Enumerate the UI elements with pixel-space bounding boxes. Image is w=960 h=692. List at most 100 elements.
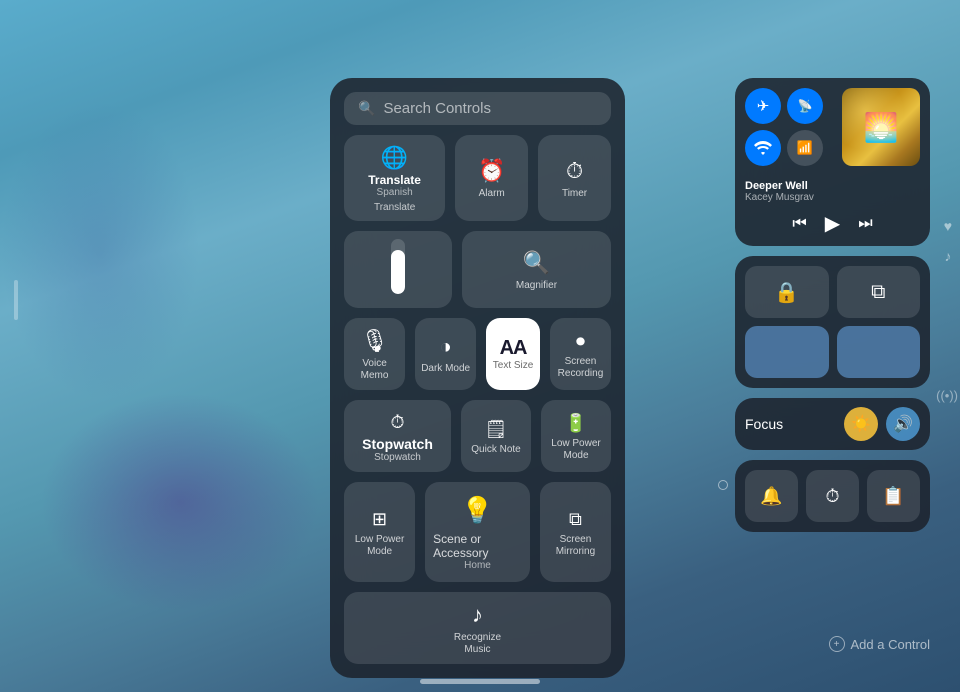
media-info: Deeper Well Kacey Musgrav: [735, 176, 930, 205]
search-icon: 🔍: [358, 100, 375, 117]
focus-row: Focus ☀️ 🔊: [735, 398, 930, 450]
wifi-button[interactable]: [745, 130, 781, 166]
home-indicator: [420, 679, 540, 684]
media-artist: Kacey Musgrav: [745, 192, 920, 203]
magnifier-icon: 🔍: [523, 250, 550, 276]
low-power-icon: 🔋: [565, 413, 587, 434]
stopwatch-label: Stopwatch: [374, 452, 421, 463]
sound-icon: 🔊: [893, 414, 913, 434]
scene-icon: 💡: [461, 495, 493, 526]
bg-shape2: [0, 100, 200, 400]
row-5: ⊞ Low Power Mode 💡 Scene or Accessory Ho…: [344, 482, 611, 582]
row-4: ⏱ Stopwatch Stopwatch 🗒 Quick Note 🔋 Low…: [344, 400, 611, 472]
quick-note-icon: 🗒: [485, 419, 508, 440]
scene-accessory-tile[interactable]: 💡 Scene or Accessory Home: [425, 482, 530, 582]
alarm-tile[interactable]: ⏰ Alarm: [455, 135, 528, 221]
add-control-label: Add a Control: [851, 637, 931, 652]
next-button[interactable]: ⏭: [858, 215, 872, 233]
vol-bar-2[interactable]: [837, 326, 921, 378]
right-grid: 🔒 ⧉: [735, 256, 930, 388]
scene-label: Home: [464, 560, 491, 571]
notes-tile[interactable]: 📋: [867, 470, 920, 522]
stopwatch-title: Stopwatch: [362, 436, 433, 452]
translate-label: Translate: [374, 202, 415, 213]
album-art: 🌅: [842, 88, 920, 166]
alarm-label: Alarm: [479, 188, 505, 200]
search-input[interactable]: [383, 100, 597, 117]
brightness-slider[interactable]: [344, 231, 452, 308]
slider-track: [391, 239, 405, 294]
airdrop-button[interactable]: 📡: [787, 88, 823, 124]
screen-recording-tile[interactable]: ⏺ Screen Recording: [550, 318, 611, 390]
media-controls: ⏮ ▶ ⏭: [735, 205, 930, 246]
control-panel: 🔍 🌐 Translate Spanish Translate ⏰ Alarm …: [330, 78, 625, 678]
row-2: 🔍 Magnifier: [344, 231, 611, 308]
text-size-icon: AA: [500, 337, 527, 360]
screen-mirroring-tile[interactable]: ⧉ ScreenMirroring: [540, 482, 611, 582]
screen-recording-label: Screen Recording: [558, 356, 604, 380]
media-icon-row-1: ✈ 📡: [745, 88, 836, 124]
album-art-emoji: 🌅: [864, 111, 899, 144]
add-control[interactable]: + Add a Control: [829, 636, 931, 652]
focus-sound-toggle[interactable]: 🔊: [886, 407, 920, 441]
row-6: ♪ RecognizeMusic: [344, 592, 611, 664]
lock-rotation-icon: 🔒: [774, 280, 799, 305]
bluetooth-button[interactable]: 📶: [787, 130, 823, 166]
stopwatch-icon: ⏱: [390, 412, 404, 433]
screen-mirroring-icon: ⧉: [569, 509, 582, 530]
translate-subtitle: Spanish: [377, 187, 413, 198]
bell-icon: 🔔: [760, 486, 782, 507]
row-1: 🌐 Translate Spanish Translate ⏰ Alarm ⏱ …: [344, 135, 611, 221]
voice-memo-label: Voice Memo: [350, 358, 399, 382]
lock-rotation-tile[interactable]: 🔒: [745, 266, 829, 318]
voice-memo-icon: 🎙: [361, 328, 389, 354]
recognize-music-icon: ♪: [472, 602, 483, 628]
bg-shape1: [40, 392, 320, 612]
scan-code-tile[interactable]: ⊞ Low Power Mode: [344, 482, 415, 582]
translate-tile[interactable]: 🌐 Translate Spanish Translate: [344, 135, 445, 221]
quick-note-tile[interactable]: 🗒 Quick Note: [461, 400, 531, 472]
notes-icon: 📋: [882, 486, 904, 507]
row-3: 🎙 Voice Memo ◑ Dark Mode AA Text Size ⏺ …: [344, 318, 611, 390]
bottom-right-grid: 🔔 ⏱ 📋: [735, 460, 930, 532]
scan-code-label: Low Power Mode: [350, 534, 409, 558]
search-bar[interactable]: 🔍: [344, 92, 611, 125]
vol-bar-1[interactable]: [745, 326, 829, 378]
sun-icon: ☀️: [851, 414, 871, 434]
media-icons-left: ✈ 📡 📶: [745, 88, 836, 166]
magnifier-label: Magnifier: [516, 280, 557, 292]
magnifier-tile[interactable]: 🔍 Magnifier: [462, 231, 611, 308]
quick-note-label: Quick Note: [471, 444, 520, 456]
translate-title: Translate: [368, 173, 421, 187]
text-size-label: Text Size: [493, 360, 534, 371]
recognize-music-tile[interactable]: ♪ RecognizeMusic: [344, 592, 611, 664]
scan-code-icon: ⊞: [372, 509, 387, 530]
airplane-button[interactable]: ✈: [745, 88, 781, 124]
slider-fill: [391, 250, 405, 294]
bell-tile[interactable]: 🔔: [745, 470, 798, 522]
timer2-icon: ⏱: [825, 486, 839, 507]
add-control-icon: +: [829, 636, 845, 652]
left-volume-indicator: [14, 280, 18, 320]
prev-button[interactable]: ⏮: [792, 215, 806, 233]
voice-memo-tile[interactable]: 🎙 Voice Memo: [344, 318, 405, 390]
screen-mirroring-label: ScreenMirroring: [556, 534, 595, 558]
timer-tile[interactable]: ⏱ Timer: [538, 135, 611, 221]
screen-recording-icon: ⏺: [576, 331, 585, 352]
dark-mode-tile[interactable]: ◑ Dark Mode: [415, 318, 476, 390]
heart-icon: ♥: [944, 218, 952, 234]
media-icon-row-2: 📶: [745, 130, 836, 166]
low-power-tile[interactable]: 🔋 Low PowerMode: [541, 400, 611, 472]
screen-mirror-tile[interactable]: ⧉: [837, 266, 921, 318]
timer2-tile[interactable]: ⏱: [806, 470, 859, 522]
right-panel: ✈ 📡 📶 🌅 Deeper W: [735, 78, 930, 532]
wifi-signal-icon: ((•)): [936, 388, 958, 403]
dark-mode-icon: ◑: [440, 336, 452, 359]
media-card: ✈ 📡 📶 🌅 Deeper W: [735, 78, 930, 246]
focus-sun-toggle[interactable]: ☀️: [844, 407, 878, 441]
text-size-tile[interactable]: AA Text Size: [486, 318, 540, 390]
play-button[interactable]: ▶: [825, 211, 840, 236]
recognize-music-label: RecognizeMusic: [454, 632, 501, 656]
media-top: ✈ 📡 📶 🌅: [735, 78, 930, 176]
stopwatch-tile[interactable]: ⏱ Stopwatch Stopwatch: [344, 400, 451, 472]
